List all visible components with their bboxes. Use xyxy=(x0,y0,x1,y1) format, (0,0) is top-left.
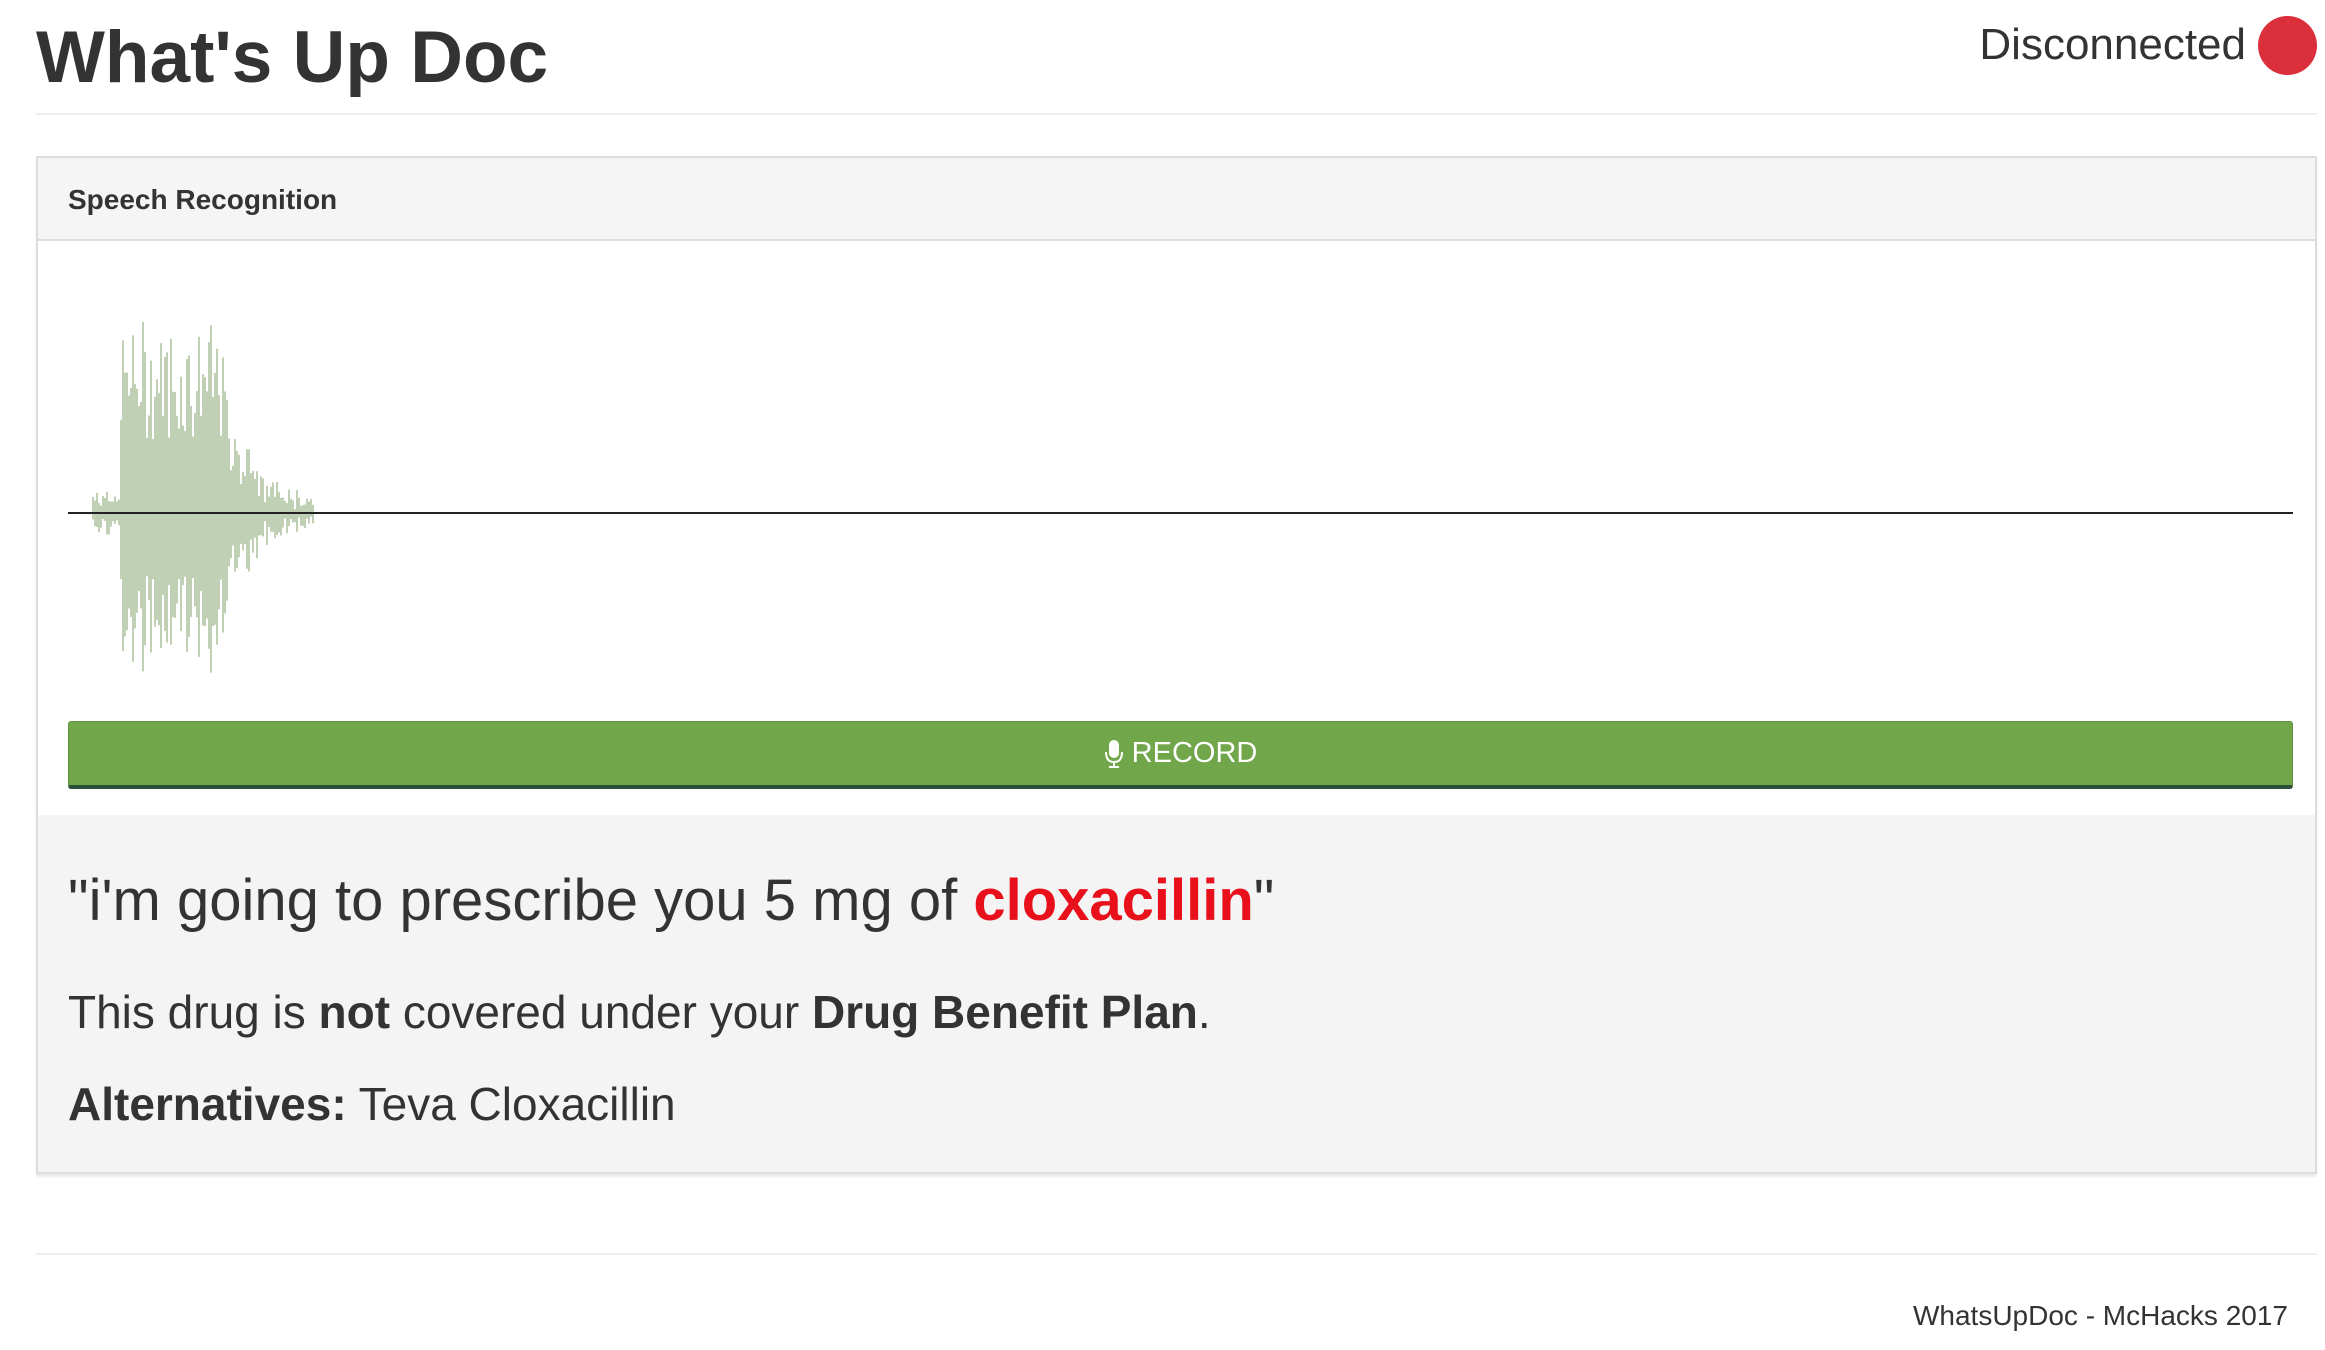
coverage-message: This drug is not covered under your Drug… xyxy=(68,985,1211,1039)
app-title: What's Up Doc xyxy=(36,17,549,98)
coverage-prefix: This drug is xyxy=(68,986,319,1038)
connection-status: Disconnected xyxy=(1979,14,2317,76)
recognition-result: "i'm going to prescribe you 5 mg of clox… xyxy=(38,815,2315,1172)
connection-status-label: Disconnected xyxy=(1979,20,2246,69)
speech-recognition-panel: Speech Recognition RECORD "i'm going to … xyxy=(36,156,2317,1174)
waveform-bars xyxy=(92,321,314,673)
transcript-open: "i'm going to prescribe you 5 mg of xyxy=(68,868,974,933)
alternatives-value: Teva Cloxacillin xyxy=(346,1078,676,1130)
status-indicator-icon xyxy=(2258,15,2317,75)
transcript-text: "i'm going to prescribe you 5 mg of clox… xyxy=(68,867,1274,934)
coverage-middle: covered under your xyxy=(390,986,812,1038)
coverage-suffix: . xyxy=(1197,986,1211,1038)
record-button[interactable]: RECORD xyxy=(68,721,2293,789)
panel-title: Speech Recognition xyxy=(68,184,338,215)
footer-credits: WhatsUpDoc - McHacks 2017 xyxy=(1912,1300,2288,1331)
coverage-plan: Drug Benefit Plan xyxy=(811,986,1198,1038)
alternatives-label: Alternatives: xyxy=(68,1078,347,1130)
coverage-emphasis: not xyxy=(318,986,391,1038)
drug-name: cloxacillin xyxy=(973,868,1254,933)
header: What's Up Doc Disconnected xyxy=(36,0,2317,115)
alternatives: Alternatives: Teva Cloxacillin xyxy=(68,1077,676,1131)
footer-divider xyxy=(36,1253,2317,1255)
transcript-close: " xyxy=(1253,868,1275,933)
panel-heading: Speech Recognition xyxy=(38,158,2315,241)
panel-body: RECORD xyxy=(38,241,2315,815)
page: What's Up Doc Disconnected Speech Recogn… xyxy=(0,0,2325,1350)
audio-waveform xyxy=(68,321,2293,673)
microphone-icon xyxy=(1104,739,1123,768)
record-button-label: RECORD xyxy=(1131,737,1258,769)
